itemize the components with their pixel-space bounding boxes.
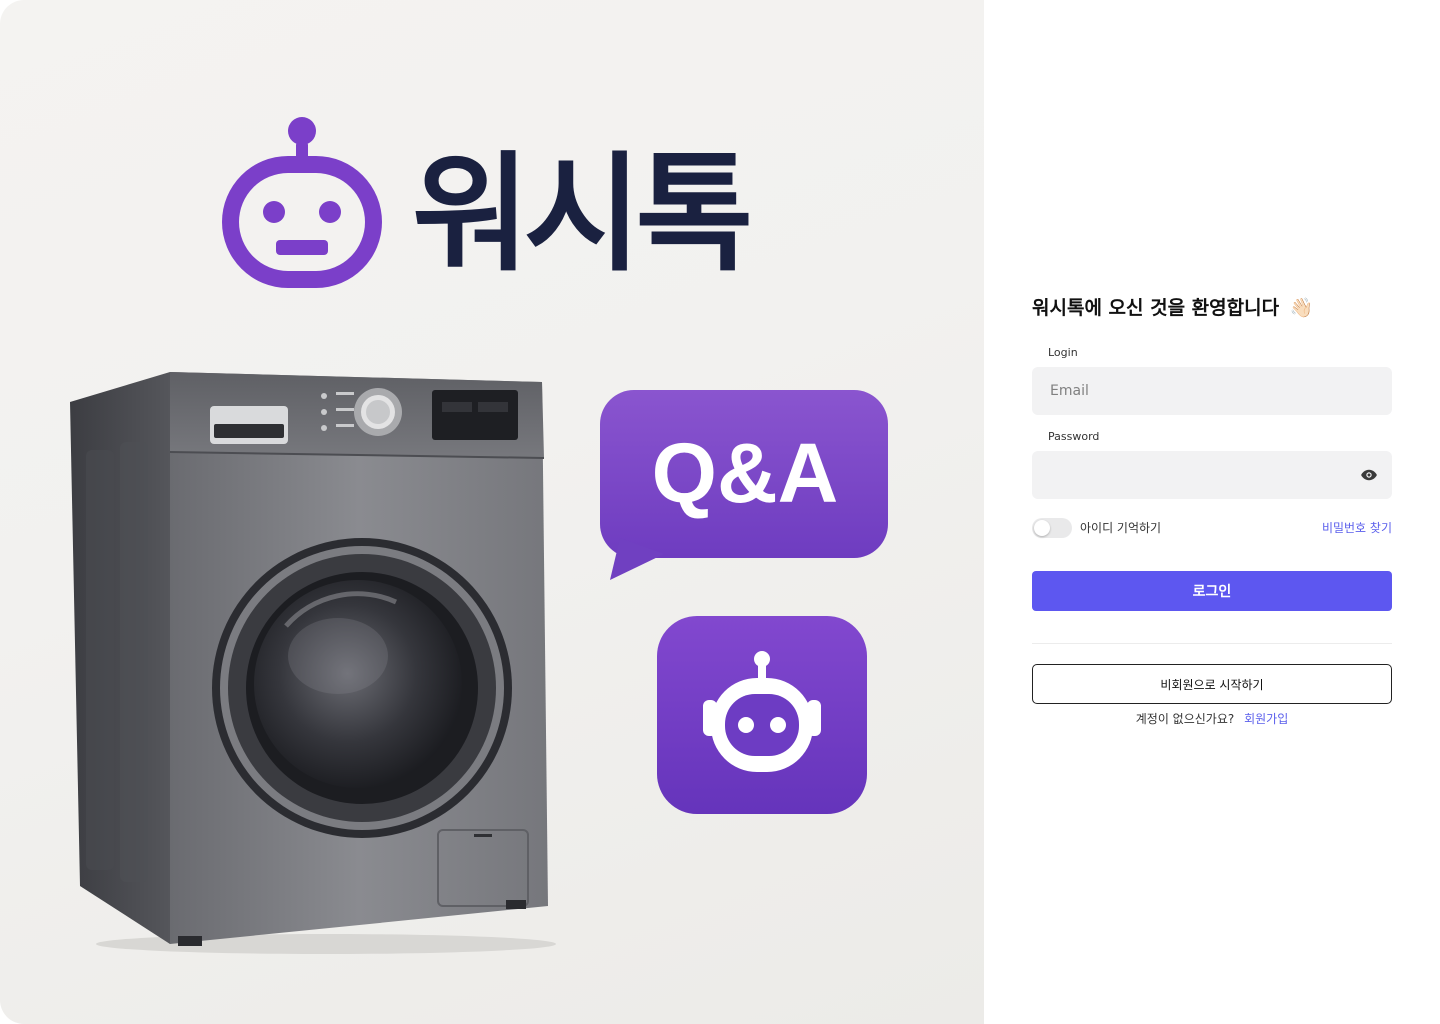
signup-row: 계정이 없으신가요? 회원가입 [1032, 710, 1392, 727]
remember-label: 아이디 기억하기 [1080, 521, 1162, 535]
password-field[interactable] [1048, 466, 1376, 484]
robot-logo-icon [222, 117, 382, 288]
email-field[interactable] [1048, 382, 1376, 400]
divider [1032, 643, 1392, 644]
forgot-password-link[interactable]: 비밀번호 찾기 [1322, 519, 1392, 536]
washing-machine-illustration [70, 372, 556, 954]
waving-hand-icon: 👋🏻 [1289, 297, 1314, 319]
login-panel: 워시톡에 오신 것을 환영합니다 👋🏻 Login Password 아이디 기… [984, 0, 1440, 1024]
welcome-text: 워시톡에 오신 것을 환영합니다 [1032, 297, 1280, 319]
qa-label: Q&A [651, 426, 839, 520]
hero-panel: 워시톡 Q&A [0, 0, 984, 1024]
password-field-container [1032, 451, 1392, 499]
password-label: Password [1048, 430, 1100, 443]
robot-app-icon [657, 616, 867, 814]
brand-title: 워시톡 [412, 140, 753, 289]
signup-link[interactable]: 회원가입 [1244, 712, 1288, 726]
no-account-text: 계정이 없으신가요? [1135, 712, 1235, 726]
login-button[interactable]: 로그인 [1032, 571, 1392, 611]
toggle-knob [1034, 520, 1050, 536]
email-label: Login [1048, 346, 1078, 359]
guest-start-button[interactable]: 비회원으로 시작하기 [1032, 664, 1392, 704]
email-field-container [1032, 367, 1392, 415]
welcome-heading: 워시톡에 오신 것을 환영합니다 👋🏻 [1032, 293, 1313, 320]
remember-toggle[interactable] [1032, 518, 1072, 538]
eye-icon[interactable] [1360, 466, 1378, 484]
